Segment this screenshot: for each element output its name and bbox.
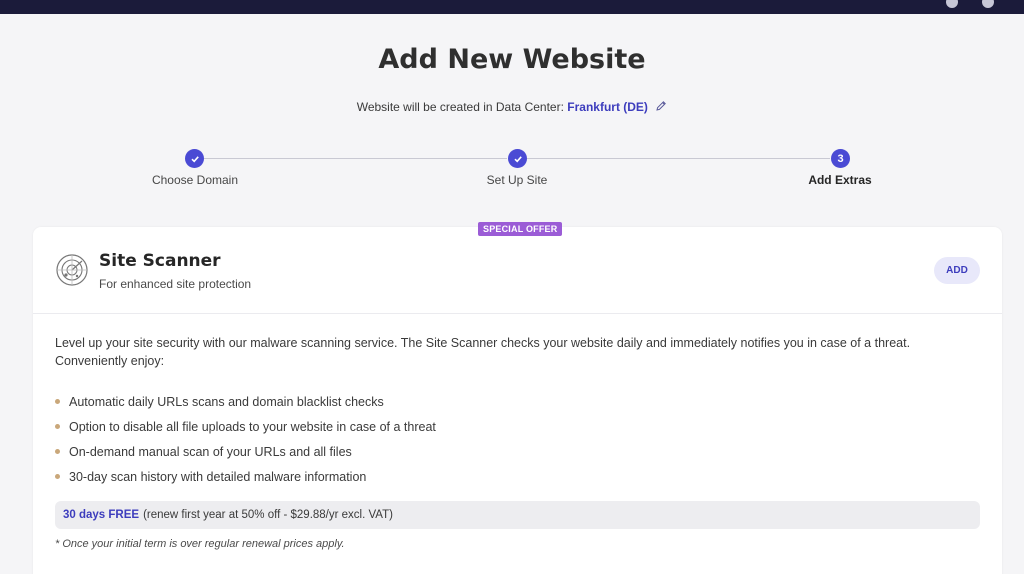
step-1-complete [185, 149, 204, 168]
renewal-footnote: * Once your initial term is over regular… [55, 538, 345, 550]
offer-title: Site Scanner [99, 251, 221, 271]
feature-list: Automatic daily URLs scans and domain bl… [55, 389, 436, 489]
add-button[interactable]: ADD [934, 257, 980, 284]
offer-description: Level up your site security with our mal… [55, 336, 911, 368]
datacenter-prefix: Website will be created in Data Center: [356, 100, 564, 114]
datacenter-info: Website will be created in Data Center: … [0, 100, 1024, 114]
stepper-connector [204, 158, 507, 159]
step-2-complete [508, 149, 527, 168]
card-divider [33, 313, 1002, 314]
bullet-dot-icon [55, 424, 60, 429]
list-item: 30-day scan history with detailed malwar… [55, 464, 436, 489]
radar-icon [55, 253, 89, 287]
bullet-dot-icon [55, 449, 60, 454]
nav-circle-icon[interactable] [946, 0, 958, 8]
datacenter-value: Frankfurt (DE) [567, 100, 648, 114]
page-title: Add New Website [378, 44, 646, 75]
pencil-icon[interactable] [655, 100, 667, 112]
bullet-dot-icon [55, 399, 60, 404]
pricing-box: 30 days FREE (renew first year at 50% of… [55, 501, 980, 529]
step-3-active: 3 [831, 149, 850, 168]
special-offer-badge: SPECIAL OFFER [478, 222, 563, 236]
nav-circle-icon[interactable] [982, 0, 994, 8]
check-icon [190, 155, 199, 162]
step-label-add-extras: Add Extras [808, 173, 872, 187]
bullet-dot-icon [55, 474, 60, 479]
step-label-set-up-site: Set Up Site [486, 173, 548, 187]
price-free: 30 days FREE [63, 509, 140, 521]
list-item: Automatic daily URLs scans and domain bl… [55, 389, 436, 414]
top-navigation-bar [0, 0, 1024, 14]
price-detail: (renew first year at 50% off - $29.88/yr… [143, 509, 393, 521]
check-icon [513, 155, 522, 162]
offer-subtitle: For enhanced site protection [99, 277, 252, 291]
site-scanner-card: Site Scanner For enhanced site protectio… [33, 227, 1002, 574]
step-label-choose-domain: Choose Domain [151, 173, 239, 187]
list-item: Option to disable all file uploads to yo… [55, 414, 436, 439]
list-item: On-demand manual scan of your URLs and a… [55, 439, 436, 464]
stepper-connector [527, 158, 830, 159]
